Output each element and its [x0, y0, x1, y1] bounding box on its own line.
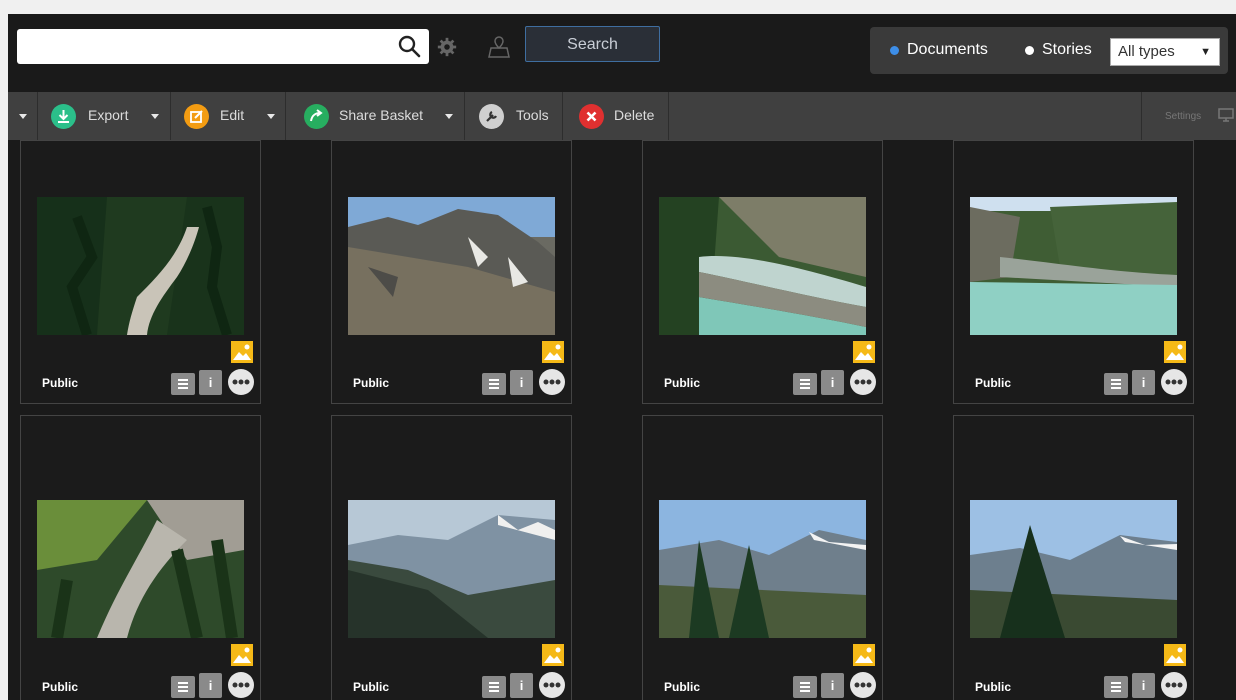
asset-card[interactable]: Public i — [642, 415, 883, 700]
asset-card[interactable]: Public i — [953, 140, 1194, 404]
asset-thumbnail[interactable] — [348, 500, 555, 638]
asset-card[interactable]: Public i — [20, 140, 261, 404]
asset-thumbnail[interactable] — [37, 500, 244, 638]
visibility-label: Public — [353, 376, 390, 390]
visibility-label: Public — [664, 680, 701, 694]
visibility-label: Public — [42, 680, 79, 694]
list-icon[interactable] — [1104, 373, 1128, 395]
asset-thumbnail[interactable] — [659, 500, 866, 638]
list-icon[interactable] — [482, 373, 506, 395]
more-icon[interactable] — [539, 369, 565, 395]
delete-button[interactable]: Delete — [614, 107, 654, 123]
more-icon[interactable] — [539, 672, 565, 698]
map-pin-icon[interactable] — [486, 34, 512, 60]
edit-button[interactable]: Edit — [220, 107, 244, 123]
list-icon[interactable] — [171, 373, 195, 395]
search-input[interactable] — [17, 29, 397, 62]
asset-thumbnail[interactable] — [659, 197, 866, 335]
stories-label[interactable]: Stories — [1042, 41, 1092, 59]
close-icon[interactable] — [579, 104, 604, 129]
info-button[interactable]: i — [199, 673, 222, 698]
image-icon — [853, 644, 875, 666]
export-button[interactable]: Export — [88, 107, 128, 123]
toolbar: Export Edit Share Basket Tools Delete Se… — [8, 92, 1236, 140]
more-icon[interactable] — [850, 369, 876, 395]
toolbar-divider — [37, 92, 38, 140]
wrench-icon[interactable] — [479, 104, 504, 129]
info-button[interactable]: i — [1132, 673, 1155, 698]
image-icon — [231, 644, 253, 666]
search-button[interactable]: Search — [525, 26, 660, 62]
toolbar-divider — [170, 92, 171, 140]
more-icon[interactable] — [228, 672, 254, 698]
asset-thumbnail[interactable] — [37, 197, 244, 335]
more-icon[interactable] — [1161, 672, 1187, 698]
asset-thumbnail[interactable] — [348, 197, 555, 335]
info-button[interactable]: i — [1132, 370, 1155, 395]
share-icon[interactable] — [304, 104, 329, 129]
caret-down-icon[interactable] — [19, 114, 27, 119]
visibility-label: Public — [353, 680, 390, 694]
type-select-value: All types — [1118, 43, 1175, 60]
visibility-label: Public — [975, 680, 1012, 694]
chevron-down-icon: ▼ — [1200, 46, 1211, 58]
image-icon — [853, 341, 875, 363]
share-basket-button[interactable]: Share Basket — [339, 107, 423, 123]
image-icon — [1164, 644, 1186, 666]
caret-down-icon[interactable] — [445, 114, 453, 119]
tools-button[interactable]: Tools — [516, 107, 549, 123]
image-icon — [542, 341, 564, 363]
asset-card[interactable]: Public i — [331, 140, 572, 404]
list-icon[interactable] — [793, 373, 817, 395]
caret-down-icon[interactable] — [267, 114, 275, 119]
info-button[interactable]: i — [510, 673, 533, 698]
search-icon[interactable] — [397, 34, 421, 58]
info-button[interactable]: i — [821, 370, 844, 395]
monitor-icon[interactable] — [1218, 108, 1234, 122]
download-icon[interactable] — [51, 104, 76, 129]
image-icon — [542, 644, 564, 666]
image-icon — [1164, 341, 1186, 363]
toolbar-divider — [1141, 92, 1142, 140]
stories-radio[interactable] — [1025, 46, 1034, 55]
list-icon[interactable] — [793, 676, 817, 698]
more-icon[interactable] — [228, 369, 254, 395]
more-icon[interactable] — [850, 672, 876, 698]
list-icon[interactable] — [171, 676, 195, 698]
toolbar-divider — [464, 92, 465, 140]
visibility-label: Public — [975, 376, 1012, 390]
asset-card[interactable]: Public i — [20, 415, 261, 700]
app-window: Search Documents Stories All types ▼ Exp… — [8, 14, 1236, 700]
toolbar-divider — [562, 92, 563, 140]
list-icon[interactable] — [482, 676, 506, 698]
toolbar-divider — [285, 92, 286, 140]
visibility-label: Public — [42, 376, 79, 390]
asset-card[interactable]: Public i — [331, 415, 572, 700]
info-button[interactable]: i — [199, 370, 222, 395]
list-icon[interactable] — [1104, 676, 1128, 698]
gear-icon[interactable] — [436, 36, 458, 58]
image-icon — [231, 341, 253, 363]
visibility-label: Public — [664, 376, 701, 390]
info-button[interactable]: i — [821, 673, 844, 698]
caret-down-icon[interactable] — [151, 114, 159, 119]
asset-thumbnail[interactable] — [970, 500, 1177, 638]
search-box — [17, 29, 429, 64]
asset-card[interactable]: Public i — [642, 140, 883, 404]
documents-label[interactable]: Documents — [907, 41, 988, 59]
more-icon[interactable] — [1161, 369, 1187, 395]
settings-link[interactable]: Settings — [1165, 111, 1201, 122]
asset-card[interactable]: Public i — [953, 415, 1194, 700]
edit-icon[interactable] — [184, 104, 209, 129]
documents-radio[interactable] — [890, 46, 899, 55]
filter-panel: Documents Stories All types ▼ — [870, 27, 1228, 74]
asset-thumbnail[interactable] — [970, 197, 1177, 335]
toolbar-divider — [668, 92, 669, 140]
type-select[interactable]: All types ▼ — [1110, 38, 1220, 66]
info-button[interactable]: i — [510, 370, 533, 395]
